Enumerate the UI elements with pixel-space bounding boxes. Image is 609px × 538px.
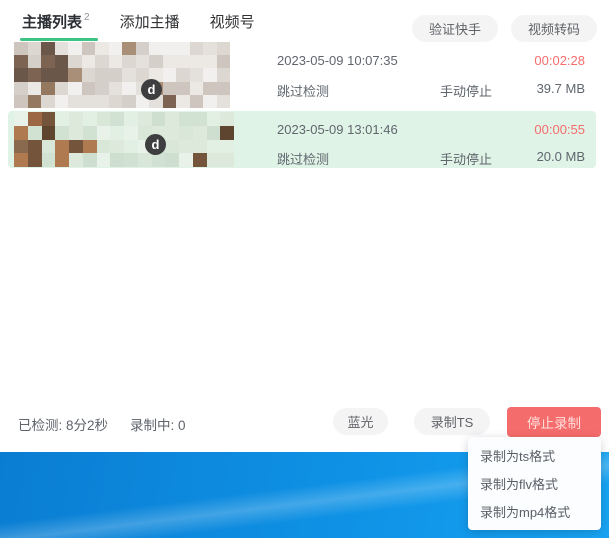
record-format-dropdown-menu: 录制为ts格式 录制为flv格式 录制为mp4格式 xyxy=(468,437,601,530)
recording-count-label: 录制中: 0 xyxy=(130,414,186,434)
app-window: 主播列表2 添加主播 视频号 验证快手 视频转码 d 2023-05-09 10… xyxy=(0,0,609,452)
record-start-time: 2023-05-09 10:07:35 xyxy=(277,53,398,68)
stop-record-button[interactable]: 停止录制 xyxy=(507,407,601,437)
video-transcode-button[interactable]: 视频转码 xyxy=(511,15,597,42)
tab-streamer-list[interactable]: 主播列表2 xyxy=(22,11,90,41)
record-format-button[interactable]: 录制TS xyxy=(414,408,490,435)
douyin-platform-badge-icon: d xyxy=(145,134,166,155)
stop-mode-label: 手动停止 xyxy=(440,81,492,100)
douyin-platform-badge-icon: d xyxy=(141,79,162,100)
header-actions: 验证快手 视频转码 xyxy=(412,15,597,42)
streamer-row[interactable]: d 2023-05-09 10:07:35 00:02:28 跳过检测 手动停止… xyxy=(0,46,609,110)
tab-bar: 主播列表2 添加主播 视频号 xyxy=(22,11,255,41)
record-start-time: 2023-05-09 13:01:46 xyxy=(277,122,398,137)
verify-kuaishou-button[interactable]: 验证快手 xyxy=(412,15,498,42)
status-bar: 已检测: 8分2秒 录制中: 0 xyxy=(18,414,186,434)
streamer-row[interactable]: d 2023-05-09 13:01:46 00:00:55 跳过检测 手动停止… xyxy=(0,111,609,168)
streamer-avatar-blurred xyxy=(14,112,234,167)
detected-time-label: 已检测: 8分2秒 xyxy=(18,414,108,434)
tab-streamer-list-label: 主播列表 xyxy=(22,14,82,31)
menu-item-record-ts[interactable]: 录制为ts格式 xyxy=(468,443,601,471)
file-size-label: 20.0 MB xyxy=(537,149,585,164)
stop-mode-label: 手动停止 xyxy=(440,149,492,168)
tab-streamer-count-badge: 2 xyxy=(84,12,90,23)
file-size-label: 39.7 MB xyxy=(537,81,585,96)
menu-item-record-mp4[interactable]: 录制为mp4格式 xyxy=(468,499,601,527)
check-status-label: 跳过检测 xyxy=(277,81,329,100)
tab-video-channel-label: 视频号 xyxy=(210,14,255,31)
quality-blue-ray-button[interactable]: 蓝光 xyxy=(333,408,388,435)
record-duration: 00:02:28 xyxy=(534,53,585,68)
check-status-label: 跳过检测 xyxy=(277,149,329,168)
tab-add-streamer-label: 添加主播 xyxy=(120,14,180,31)
menu-item-record-flv[interactable]: 录制为flv格式 xyxy=(468,471,601,499)
record-duration: 00:00:55 xyxy=(534,122,585,137)
tab-video-channel[interactable]: 视频号 xyxy=(210,11,255,41)
tab-add-streamer[interactable]: 添加主播 xyxy=(120,11,180,41)
streamer-avatar-blurred xyxy=(14,42,230,108)
